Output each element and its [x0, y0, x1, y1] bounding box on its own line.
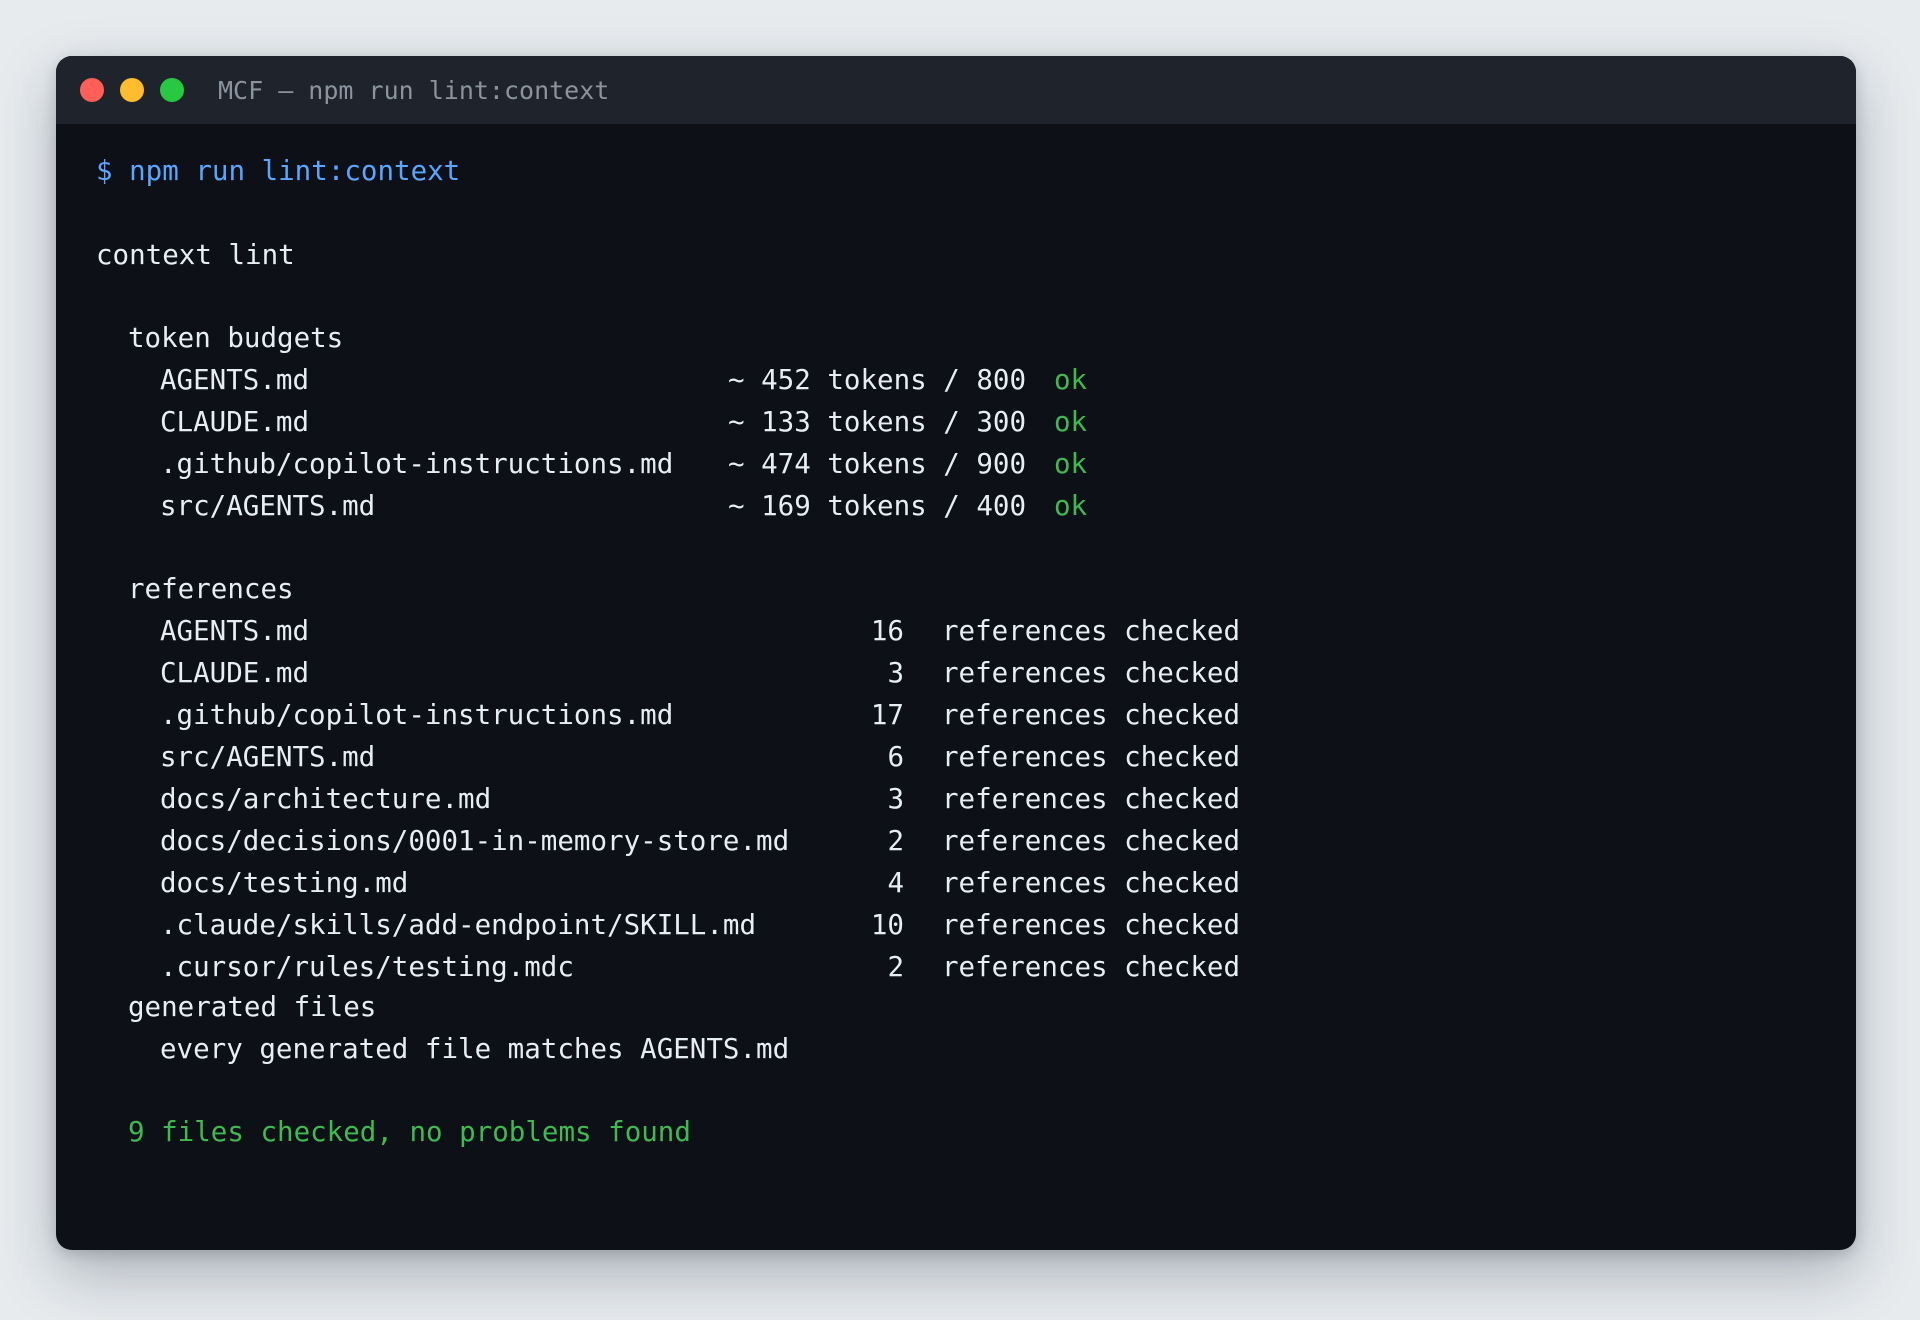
window-title: MCF — npm run lint:context [218, 75, 610, 105]
reference-row: .github/copilot-instructions.md 17 referen… [56, 694, 1756, 736]
title-bar: MCF — npm run lint:context [56, 56, 1856, 124]
output-heading: context lint [96, 239, 295, 271]
token-budget-row: src/AGENTS.md ~ 169 tokens / 400 ok [56, 485, 1756, 527]
maximize-window-button[interactable] [160, 78, 184, 102]
token-budget-file: .github/copilot-instructions.md [160, 448, 674, 480]
token-budget-row: CLAUDE.md ~ 133 tokens / 300 ok [56, 401, 1756, 443]
command-line: $ npm run lint:context [96, 155, 461, 187]
token-budget-file: src/AGENTS.md [160, 490, 376, 522]
terminal-output[interactable]: $ npm run lint:context context lint toke… [56, 124, 1856, 1148]
reference-status: references checked [942, 951, 1241, 983]
reference-status: references checked [942, 909, 1241, 941]
token-budget-status: ok [1054, 406, 1088, 438]
reference-status: references checked [942, 825, 1241, 857]
reference-status: references checked [942, 783, 1241, 815]
token-budget-status: ok [1054, 448, 1088, 480]
token-budget-count: ~ 169 tokens / 400 [728, 490, 1027, 522]
reference-count: 10 [870, 909, 904, 941]
reference-row: src/AGENTS.md 6 references checked [56, 736, 1756, 778]
token-budget-status: ok [1054, 364, 1088, 396]
reference-count: 6 [887, 741, 904, 773]
terminal-window: MCF — npm run lint:context $ npm run lin… [56, 56, 1856, 1250]
token-budget-row: .github/copilot-instructions.md ~ 474 tok… [56, 443, 1756, 485]
reference-count: 3 [887, 783, 904, 815]
reference-count: 2 [887, 825, 904, 857]
reference-row: .cursor/rules/testing.mdc 2 references che… [56, 946, 1756, 988]
reference-count: 2 [887, 951, 904, 983]
section-token-budgets: token budgets [128, 322, 344, 354]
reference-row: docs/architecture.md 3 references checked [56, 778, 1756, 820]
token-budget-count: ~ 474 tokens / 900 [728, 448, 1027, 480]
reference-count: 16 [870, 615, 904, 647]
generated-files-message: every generated file matches AGENTS.md [160, 1033, 790, 1065]
reference-row: CLAUDE.md 3 references checked [56, 652, 1756, 694]
reference-count: 3 [887, 657, 904, 689]
reference-status: references checked [942, 699, 1241, 731]
summary-line: 9 files checked, no problems found [128, 1116, 691, 1148]
token-budget-status: ok [1054, 490, 1088, 522]
reference-count: 17 [870, 699, 904, 731]
reference-row: .claude/skills/add-endpoint/SKILL.md 10 re… [56, 904, 1756, 946]
reference-file: .github/copilot-instructions.md [160, 699, 674, 731]
reference-file: docs/testing.md [160, 867, 409, 899]
reference-file: .cursor/rules/testing.mdc [160, 951, 574, 983]
reference-status: references checked [942, 615, 1241, 647]
reference-row: docs/decisions/0001-in-memory-store.md 2 r… [56, 820, 1756, 862]
minimize-window-button[interactable] [120, 78, 144, 102]
section-generated-files: generated files [128, 991, 377, 1023]
reference-count: 4 [887, 867, 904, 899]
close-window-button[interactable] [80, 78, 104, 102]
token-budget-file: CLAUDE.md [160, 406, 310, 438]
token-budget-row: AGENTS.md ~ 452 tokens / 800 ok [56, 359, 1756, 401]
reference-file: .claude/skills/add-endpoint/SKILL.md [160, 909, 757, 941]
reference-file: AGENTS.md [160, 615, 310, 647]
reference-status: references checked [942, 867, 1241, 899]
reference-row: docs/testing.md 4 references checked [56, 862, 1756, 904]
reference-status: references checked [942, 657, 1241, 689]
token-budget-count: ~ 133 tokens / 300 [728, 406, 1027, 438]
token-budget-file: AGENTS.md [160, 364, 310, 396]
reference-file: CLAUDE.md [160, 657, 310, 689]
reference-file: docs/architecture.md [160, 783, 492, 815]
reference-row: AGENTS.md 16 references checked [56, 610, 1756, 652]
reference-file: src/AGENTS.md [160, 741, 376, 773]
section-references: references [128, 573, 294, 605]
reference-file: docs/decisions/0001-in-memory-store.md [160, 825, 790, 857]
reference-status: references checked [942, 741, 1241, 773]
token-budget-count: ~ 452 tokens / 800 [728, 364, 1027, 396]
